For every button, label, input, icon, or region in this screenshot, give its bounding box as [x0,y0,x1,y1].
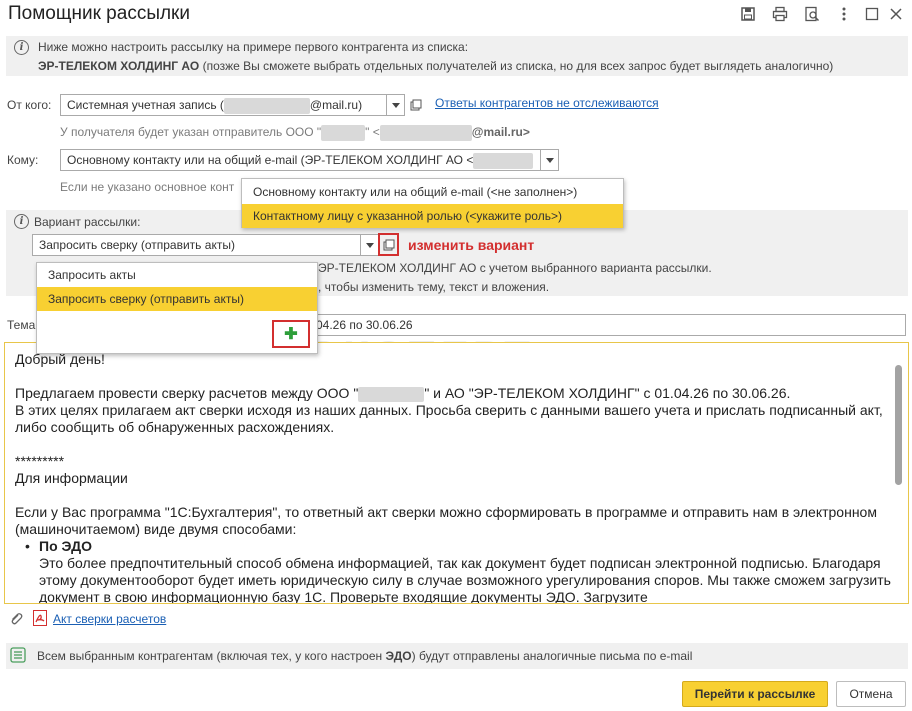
add-variant-button[interactable]: ✚ [272,320,310,348]
cancel-button[interactable]: Отмена [836,681,906,707]
from-hint-mid: " < [365,125,380,140]
from-dropdown-button[interactable] [387,94,405,116]
from-label: От кого: [7,98,52,112]
info-counterparty: ЭР-ТЕЛЕКОМ ХОЛДИНГ АО [38,59,200,73]
chevron-down-icon [365,242,374,248]
info-icon: i [14,40,29,55]
subject-label: Тема [7,318,36,332]
from-field[interactable]: Системная учетная запись ( @mail.ru) [60,94,387,116]
save-icon[interactable] [739,5,757,23]
maximize-icon[interactable] [863,5,881,23]
redacted-email [379,125,472,141]
scrollbar-thumb[interactable] [895,365,902,485]
variant-option[interactable]: Запросить акты [37,263,317,287]
from-open-button[interactable] [406,94,426,116]
variant-option-selected[interactable]: Запросить сверку (отправить акты) [37,287,317,311]
open-form-icon [383,239,394,250]
info-line2: ЭР-ТЕЛЕКОМ ХОЛДИНГ АО (позже Вы сможете … [38,59,833,73]
body-stars: ********* [15,453,65,469]
info-line1: Ниже можно настроить рассылку на примере… [38,40,469,54]
body-list-item: • По ЭДО Это более предпочтительный спос… [15,538,898,604]
to-dropdown-button[interactable] [541,149,559,171]
replies-not-tracked-link[interactable]: Ответы контрагентов не отслеживаются [435,96,659,110]
close-icon[interactable] [887,5,905,23]
body-list-item-title: По ЭДО [39,538,92,554]
to-option-selected[interactable]: Контактному лицу с указанной ролью (<ука… [242,204,623,228]
info-icon: i [14,214,29,229]
body-paragraph-3: Если у Вас программа "1С:Бухгалтерия", т… [15,504,877,537]
variant-desc1: ЭР-ТЕЛЕКОМ ХОЛДИНГ АО с учетом выбранног… [318,261,712,275]
body-paragraph-2: В этих целях прилагаем акт сверки исходя… [15,402,883,435]
list-icon [10,647,26,666]
body-list-item-text: Это более предпочтительный способ обмена… [39,555,891,604]
message-editor[interactable]: Добрый день! Предлагаем провести сверку … [4,342,909,604]
redacted-email [223,97,310,114]
variant-desc2: , чтобы изменить тему, текст и вложения. [318,280,550,294]
redacted-org [358,386,425,402]
chevron-down-icon [545,157,554,163]
from-hint: У получателя будет указан отправитель ОО… [60,125,530,141]
to-hint: Если не указано основное конт [60,180,235,194]
from-value-suffix: @mail.ru) [309,98,363,112]
body-paragraph-1: Предлагаем провести сверку расчетов межд… [15,385,791,402]
redacted-email [473,152,534,169]
paperclip-icon [9,612,23,629]
footer-note: Всем выбранным контрагентам (включая тех… [37,649,693,663]
from-hint-suffix: @mail.ru> [471,125,530,140]
pdf-icon [33,610,47,626]
to-label: Кому: [7,153,39,167]
variant-open-button[interactable] [378,233,399,256]
body-info-heading: Для информации [15,470,128,486]
to-value: Основному контакту или на общий e-mail (… [67,153,474,167]
proceed-button[interactable]: Перейти к рассылке [682,681,828,707]
variant-label: Вариант рассылки: [34,215,141,229]
from-hint-prefix: У получателя будет указан отправитель ОО… [60,125,322,140]
chevron-down-icon [391,102,400,108]
window-title: Помощник рассылки [8,3,190,24]
variant-options-popup: Запросить акты Запросить сверку (отправи… [36,262,318,354]
attachment-link[interactable]: Акт сверки расчетов [53,612,166,626]
to-field[interactable]: Основному контакту или на общий e-mail (… [60,149,541,171]
info-line2-rest: (позже Вы сможете выбрать отдельных полу… [199,59,834,73]
redacted-org [321,125,366,141]
variant-dropdown-button[interactable] [361,234,379,256]
to-options-popup: Основному контакту или на общий e-mail (… [241,178,624,228]
plus-icon: ✚ [284,326,298,343]
editor-scrollbar[interactable] [894,347,902,601]
more-icon[interactable] [835,5,853,23]
open-form-icon [410,99,422,111]
from-value-prefix: Системная учетная запись ( [67,98,224,112]
preview-icon[interactable] [803,5,821,23]
change-variant-callout: изменить вариант [408,237,535,253]
print-icon[interactable] [771,5,789,23]
variant-field[interactable]: Запросить сверку (отправить акты) [32,234,361,256]
to-option[interactable]: Основному контакту или на общий e-mail (… [242,180,623,204]
